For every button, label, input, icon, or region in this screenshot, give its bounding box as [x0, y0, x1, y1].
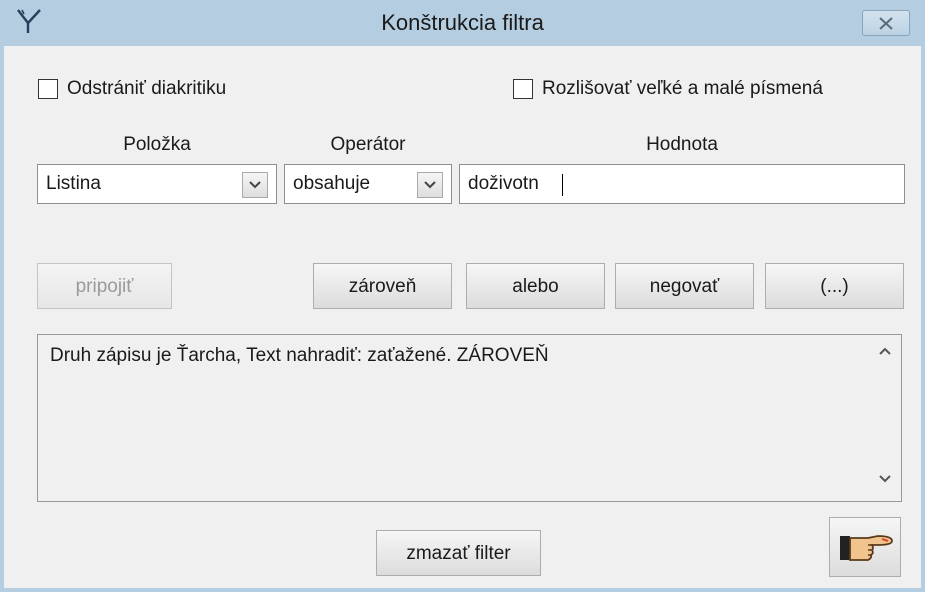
value-input[interactable]: doživotn [459, 164, 905, 204]
item-dropdown-button[interactable] [242, 172, 268, 198]
filter-expression-area[interactable]: Druh zápisu je Ťarcha, Text nahradiť: za… [37, 334, 902, 502]
case-sensitive-option[interactable]: Rozlišovať veľké a malé písmená [513, 78, 913, 102]
operator-select[interactable]: obsahuje [284, 164, 452, 204]
scroll-down-icon[interactable] [879, 475, 891, 483]
operator-column-header: Operátor [330, 134, 406, 155]
and-button[interactable]: zároveň [313, 263, 452, 309]
apply-filter-button[interactable] [829, 517, 901, 577]
item-select-value: Listina [46, 173, 101, 194]
scroll-up-icon[interactable] [879, 347, 891, 355]
pointing-hand-icon [840, 535, 893, 561]
case-sensitive-checkbox[interactable] [513, 79, 533, 99]
negate-button[interactable]: negovať [615, 263, 754, 309]
filter-expression-text: Druh zápisu je Ťarcha, Text nahradiť: za… [50, 345, 549, 366]
parentheses-button[interactable]: (...) [765, 263, 904, 309]
close-icon [879, 17, 893, 30]
item-column-header: Položka [123, 134, 191, 155]
operator-select-value: obsahuje [293, 173, 371, 194]
filter-builder-window: Konštrukcia filtra Odstrániť diakritiku … [0, 0, 925, 592]
text-caret [562, 174, 563, 196]
remove-diacritics-checkbox[interactable] [38, 79, 58, 99]
operator-dropdown-button[interactable] [417, 172, 443, 198]
value-input-text: doživotn [468, 173, 539, 194]
clear-filter-button[interactable]: zmazať filter [376, 530, 541, 576]
item-select[interactable]: Listina [37, 164, 277, 204]
close-button[interactable] [862, 10, 910, 36]
title-bar: Konštrukcia filtra [4, 0, 921, 46]
attach-button[interactable]: pripojiť [37, 263, 172, 309]
window-title: Konštrukcia filtra [381, 10, 544, 35]
remove-diacritics-label: Odstrániť diakritiku [67, 78, 227, 99]
value-column-header: Hodnota [646, 134, 718, 155]
or-button[interactable]: alebo [466, 263, 605, 309]
chevron-down-icon [424, 181, 436, 189]
vertical-scrollbar[interactable] [867, 335, 901, 501]
chevron-down-icon [249, 181, 261, 189]
case-sensitive-label: Rozlišovať veľké a malé písmená [542, 78, 823, 99]
remove-diacritics-option[interactable]: Odstrániť diakritiku [38, 78, 298, 102]
